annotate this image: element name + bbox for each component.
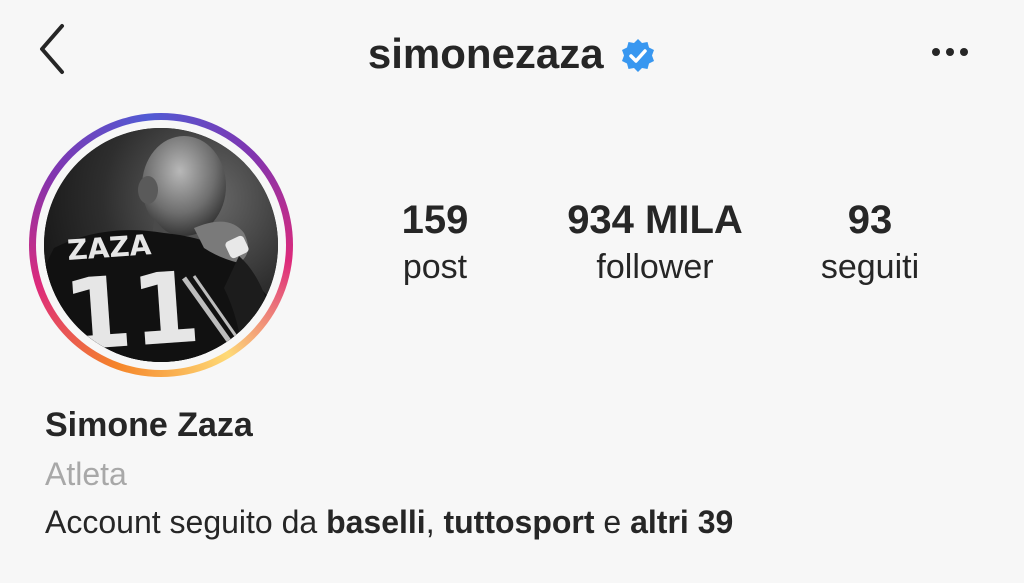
followed-by-text[interactable]: Account seguito da baselli, tuttosport e… <box>45 504 733 541</box>
posts-count: 159 <box>401 198 469 242</box>
username: simonezaza <box>367 30 604 77</box>
posts-stat[interactable]: 159 post <box>380 196 490 290</box>
followed-by-and: e <box>594 504 631 540</box>
story-ring[interactable]: ZAZA 11 <box>29 113 293 377</box>
header-title: simonezaza <box>0 24 1024 84</box>
followed-by-user-tuttosport[interactable]: tuttosport <box>443 504 594 540</box>
more-options-button[interactable] <box>928 30 972 74</box>
profile-stats: 159 post 934 MILA follower 93 seguiti <box>340 196 1000 306</box>
avatar-jersey-number: 11 <box>60 251 204 362</box>
verified-badge-icon <box>620 38 656 74</box>
followed-by-others[interactable]: altri 39 <box>630 504 733 540</box>
followed-by-user-baselli[interactable]: baselli <box>326 504 426 540</box>
following-stat[interactable]: 93 seguiti <box>800 196 940 290</box>
followed-by-separator: , <box>425 504 444 540</box>
avatar-gap: ZAZA 11 <box>36 120 286 370</box>
followed-by-prefix: Account seguito da <box>45 504 327 540</box>
full-name: Simone Zaza <box>45 406 253 444</box>
profile-header: simonezaza <box>0 0 1024 110</box>
followers-label: follower <box>596 248 714 286</box>
avatar: ZAZA 11 <box>44 128 278 362</box>
profile-category: Atleta <box>45 456 127 492</box>
following-count: 93 <box>847 198 893 242</box>
followers-count: 934 MILA <box>567 198 743 242</box>
followers-stat[interactable]: 934 MILA follower <box>540 196 770 290</box>
more-horizontal-icon <box>932 48 968 56</box>
posts-label: post <box>402 248 468 286</box>
following-label: seguiti <box>820 248 920 286</box>
